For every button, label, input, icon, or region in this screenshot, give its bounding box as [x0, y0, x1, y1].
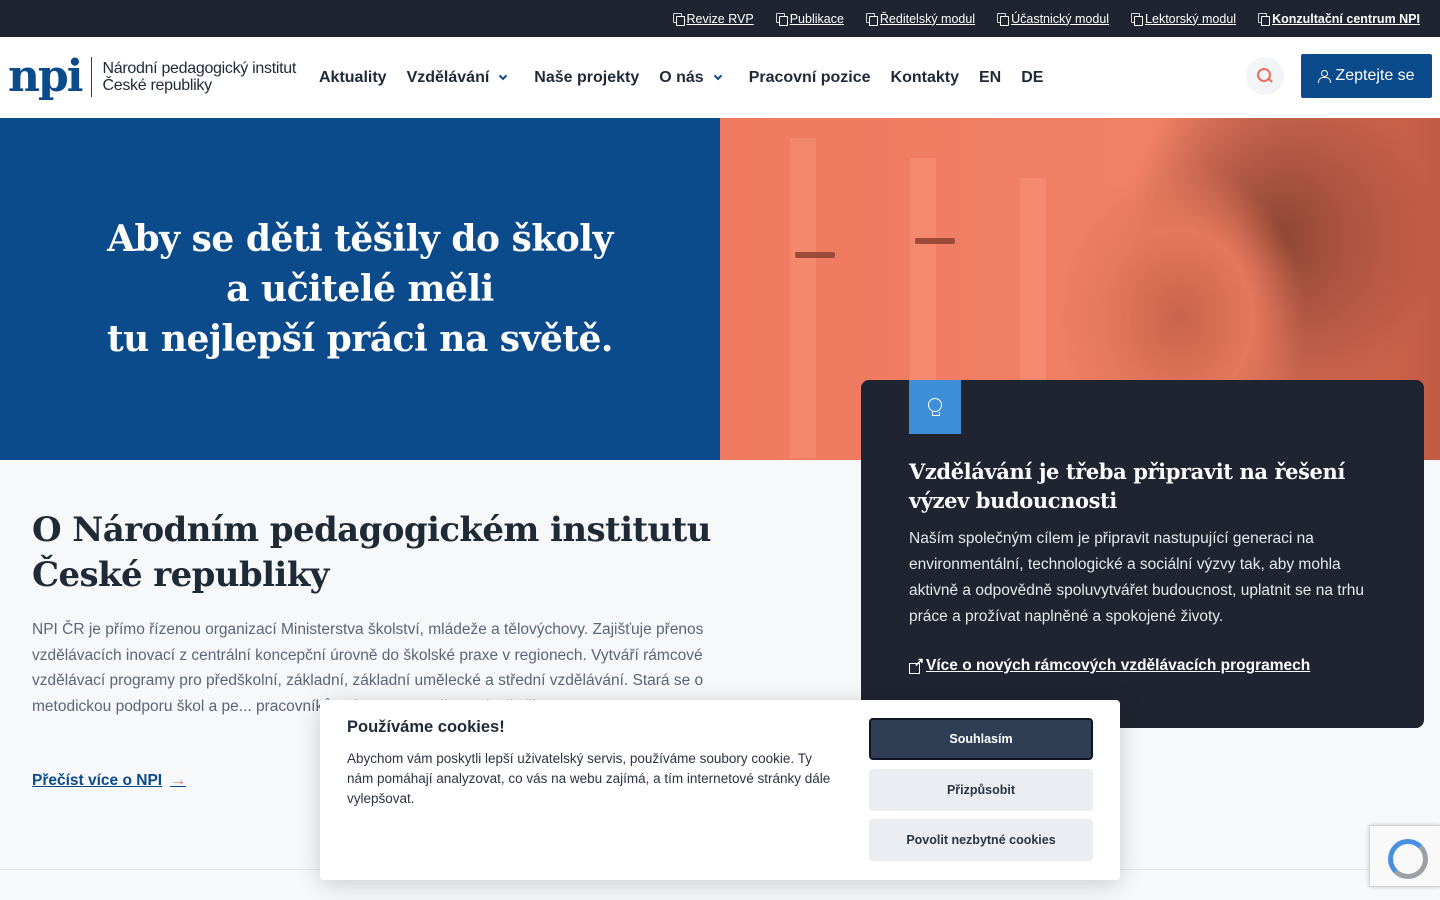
arrow-right-icon: → — [170, 772, 187, 789]
utility-link-label[interactable]: Revize RVP — [687, 12, 754, 26]
accept-cookies-button[interactable]: Souhlasím — [869, 718, 1093, 760]
necessary-cookies-button[interactable]: Povolit nezbytné cookies — [869, 819, 1093, 861]
user-icon — [1318, 70, 1332, 83]
hero-line-2: a učitelé měli — [226, 268, 494, 310]
hero-line-1: Aby se děti těšily do školy — [107, 218, 613, 260]
nav-kontakty[interactable]: Kontakty — [891, 69, 959, 87]
utility-link-lektorsky-modul[interactable]: Lektorský modul — [1131, 12, 1236, 26]
utility-link-label[interactable]: Lektorský modul — [1145, 12, 1236, 26]
card-title: Vzdělávání je třeba připravit na řešení … — [909, 459, 1345, 513]
read-more-link[interactable]: Přečíst více o NPI → — [32, 772, 186, 790]
recaptcha-badge[interactable] — [1369, 825, 1440, 887]
utility-link-label[interactable]: Publikace — [790, 12, 844, 26]
photo-detail — [795, 252, 835, 258]
nav-label: O nás — [659, 68, 704, 86]
cookie-dialog: Používáme cookies! Abychom vám poskytli … — [320, 700, 1120, 880]
utility-link-publikace[interactable]: Publikace — [775, 12, 844, 26]
nav-nase-projekty[interactable]: Naše projekty — [534, 69, 639, 87]
search-button[interactable] — [1246, 57, 1284, 95]
info-card: Vzdělávání je třeba připravit na řešení … — [861, 380, 1424, 728]
nav-vzdelavani[interactable]: Vzdělávání — [406, 68, 508, 87]
utility-link-label[interactable]: Ředitelský modul — [880, 12, 975, 26]
recaptcha-icon — [1386, 837, 1428, 879]
about-title-line-1: O Národním pedagogickém institutu — [32, 510, 711, 550]
logo-line-2: České republiky — [102, 77, 212, 94]
utility-link-reditelsky-modul[interactable]: Ředitelský modul — [865, 12, 975, 26]
ask-button[interactable]: Zeptejte se — [1301, 54, 1432, 98]
lightbulb-icon — [928, 398, 942, 416]
nav-pracovni-pozice[interactable]: Pracovní pozice — [749, 69, 871, 87]
hero-banner: Aby se děti těšily do školy a učitelé mě… — [0, 118, 720, 460]
logo-text: Národní pedagogický institut České repub… — [102, 60, 296, 94]
cookie-title: Používáme cookies! — [347, 718, 505, 736]
logo-line-1: Národní pedagogický institut — [102, 60, 296, 77]
customize-cookies-button[interactable]: Přizpůsobit — [869, 769, 1093, 811]
nav-lang-en[interactable]: EN — [979, 69, 1001, 87]
bulb-badge — [909, 380, 961, 434]
cookie-text: Abychom vám poskytli lepší uživatelský s… — [347, 751, 831, 806]
utility-links: Revize RVP Publikace Ředitelský modul Úč… — [672, 0, 1420, 37]
copy-icon — [775, 13, 788, 26]
utility-link-ucastnicky-modul[interactable]: Účastnický modul — [997, 12, 1109, 26]
nav-label: Vzdělávání — [406, 68, 490, 86]
logo-mark: npi — [8, 51, 83, 102]
nav-lang-de[interactable]: DE — [1021, 69, 1043, 87]
hero-title: Aby se děti těšily do školy a učitelé mě… — [107, 214, 613, 364]
top-utility-bar: Revize RVP Publikace Ředitelský modul Úč… — [0, 0, 1440, 37]
read-more-label: Přečíst více o NPI — [32, 772, 163, 789]
npi-logo[interactable]: npi Národní pedagogický institut České r… — [8, 55, 296, 99]
photo-detail — [915, 238, 955, 244]
copy-icon — [865, 13, 878, 26]
about-title-line-2: České republiky — [32, 555, 329, 595]
search-icon — [1257, 68, 1273, 84]
chevron-down-icon — [499, 71, 508, 80]
hero-line-3: tu nejlepší práci na světě. — [107, 318, 613, 360]
utility-link-label[interactable]: Účastnický modul — [1011, 12, 1109, 26]
copy-icon — [1258, 13, 1271, 26]
photo-detail — [790, 138, 816, 458]
copy-icon — [997, 13, 1010, 26]
utility-link-label[interactable]: Konzultační centrum NPI — [1272, 12, 1420, 26]
main-nav: Aktuality Vzdělávání Naše projekty O nás… — [319, 37, 1063, 118]
nav-o-nas[interactable]: O nás — [659, 68, 722, 87]
chevron-down-icon — [713, 71, 722, 80]
card-text: Naším společným cílem je připravit nastu… — [909, 530, 1364, 625]
card-link-rvp[interactable]: Více o nových rámcových vzdělávacích pro… — [909, 655, 1311, 675]
utility-link-konzultacni-centrum[interactable]: Konzultační centrum NPI — [1258, 12, 1420, 26]
site-header: npi Národní pedagogický institut České r… — [0, 37, 1440, 118]
external-link-icon — [909, 655, 924, 674]
nav-aktuality[interactable]: Aktuality — [319, 69, 387, 87]
utility-link-revize-rvp[interactable]: Revize RVP — [672, 12, 754, 26]
ask-button-label: Zeptejte se — [1335, 67, 1415, 84]
copy-icon — [672, 13, 685, 26]
logo-divider — [91, 57, 93, 97]
copy-icon — [1131, 13, 1144, 26]
card-link-label: Více o nových rámcových vzdělávacích pro… — [926, 657, 1311, 674]
about-title: O Národním pedagogickém institutu České … — [32, 508, 732, 598]
